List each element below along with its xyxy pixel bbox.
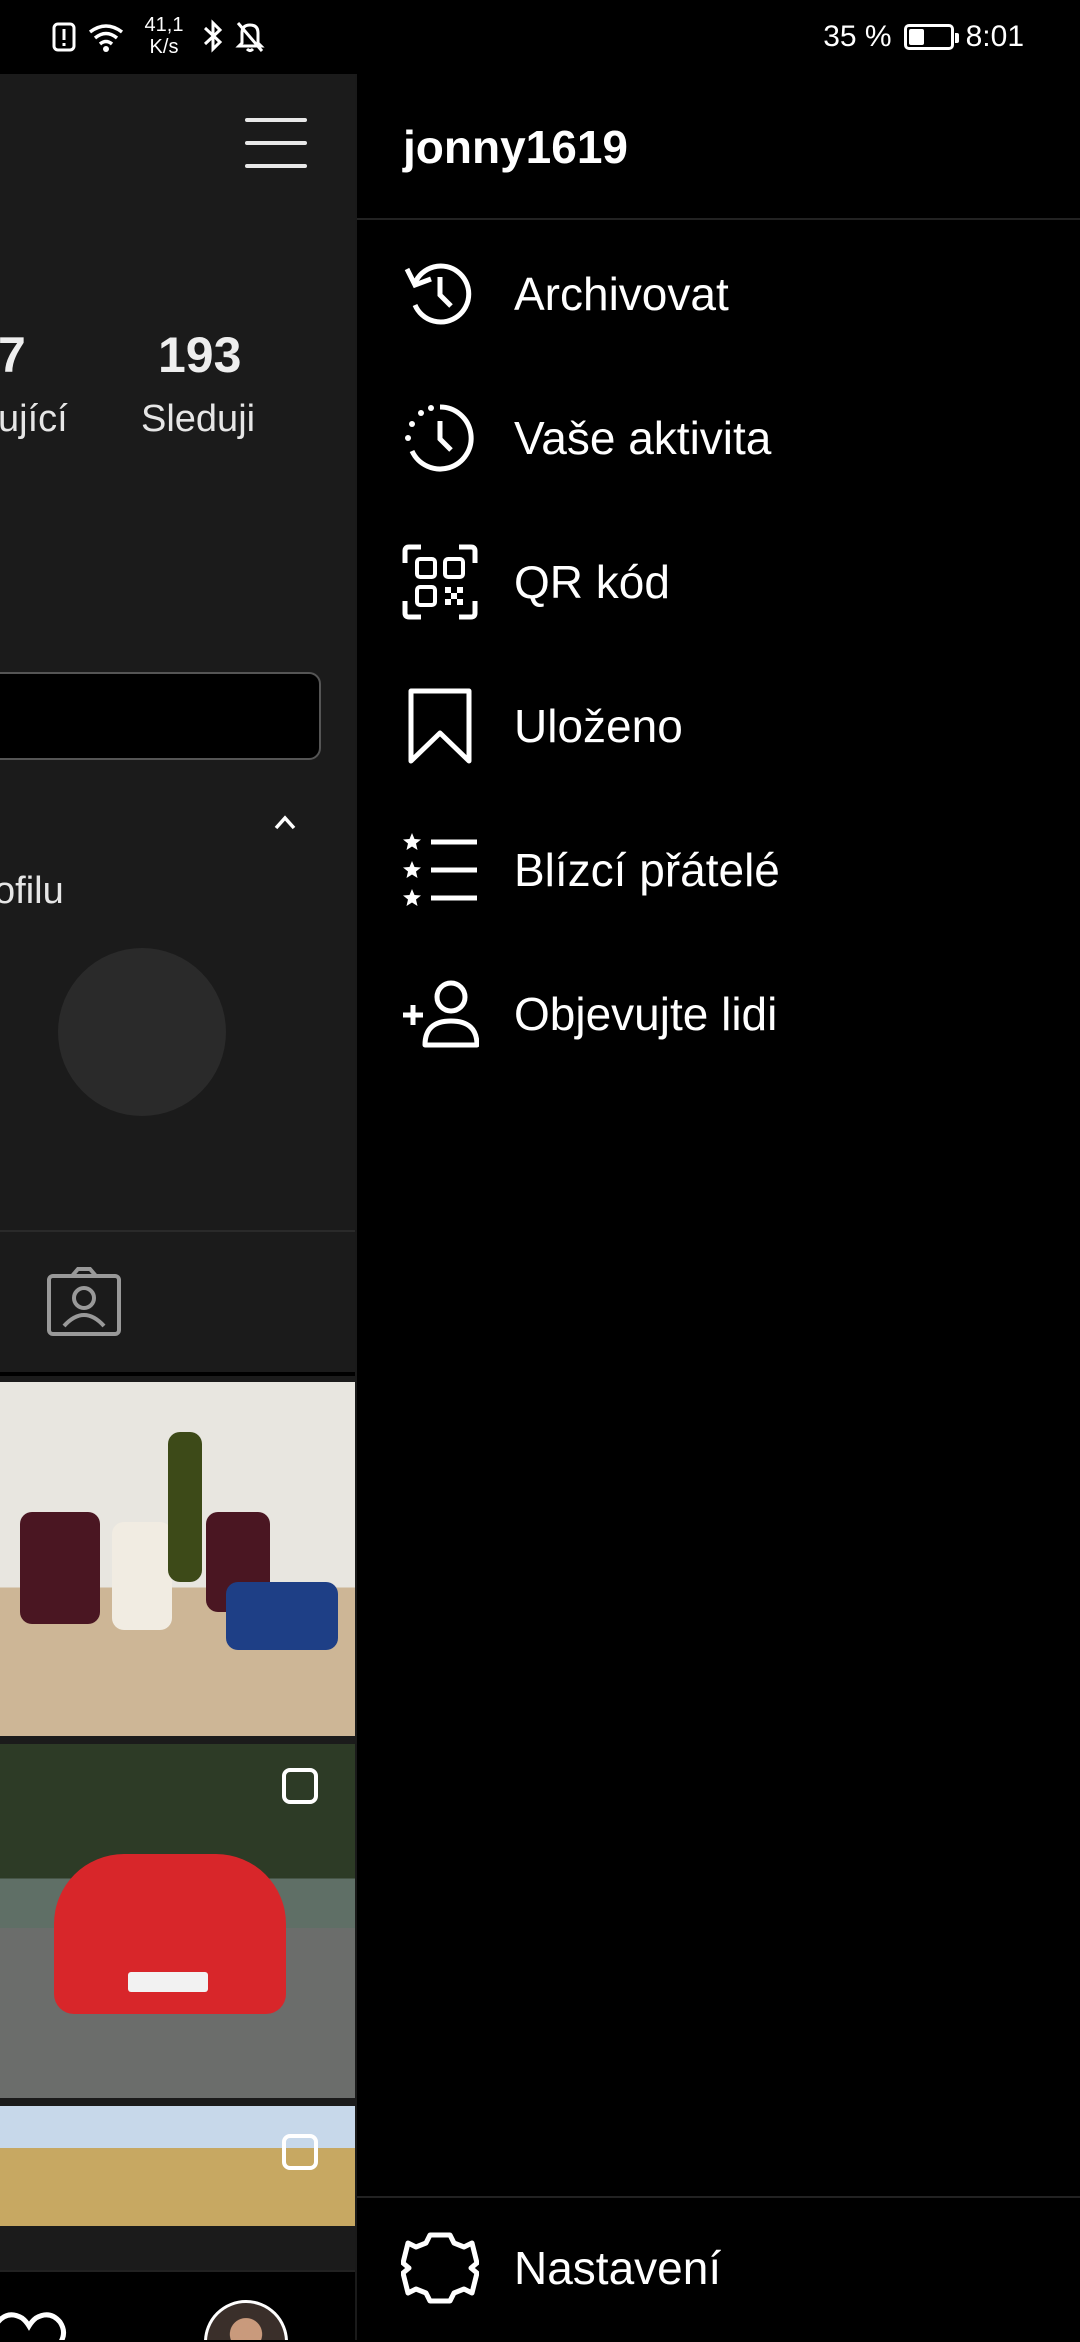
menu-item-discover-people[interactable]: Objevujte lidi [357, 954, 1080, 1074]
menu-item-label: Blízcí přátelé [514, 844, 780, 896]
hamburger-menu-icon[interactable] [245, 118, 307, 168]
post-thumbnail[interactable] [0, 1382, 355, 1736]
clock: 8:01 [965, 20, 1024, 53]
settings-label: Nastavení [514, 2242, 722, 2294]
menu-item-label: QR kód [514, 556, 670, 608]
post-thumbnail[interactable] [0, 2106, 355, 2226]
status-bar: 41,1 K/s 35 % 8:01 [0, 0, 1080, 74]
menu-item-label: Vaše aktivita [514, 412, 772, 464]
wifi-icon [88, 24, 124, 52]
license-plate-shape [128, 1972, 208, 1992]
heart-icon[interactable] [0, 2310, 68, 2340]
bookmark-icon [408, 688, 472, 764]
menu-item-label: Archivovat [514, 268, 729, 320]
jar-shape [20, 1512, 100, 1624]
multiple-photos-icon [282, 1768, 318, 1804]
drawer-username: jonny1619 [403, 121, 628, 173]
bluetooth-icon [203, 19, 223, 53]
profile-panel[interactable]: 7 ující 193 Sleduji ofilu [0, 74, 355, 2340]
divider [357, 218, 1080, 220]
edit-profile-button[interactable] [0, 672, 321, 760]
bottom-navigation [0, 2270, 355, 2340]
bottle-shape [168, 1432, 202, 1582]
grid-separator [0, 1372, 355, 1376]
menu-item-settings[interactable]: Nastavení [357, 2208, 1080, 2328]
menu-item-saved[interactable]: Uloženo [357, 666, 1080, 786]
menu-item-close-friends[interactable]: Blízcí přátelé [357, 810, 1080, 930]
status-left: 41,1 K/s [52, 14, 266, 58]
following-label[interactable]: Sleduji [141, 398, 255, 441]
menu-item-qr-code[interactable]: QR kód [357, 522, 1080, 642]
tagged-photos-icon[interactable] [46, 1266, 122, 1338]
multiple-photos-icon [282, 2134, 318, 2170]
following-count[interactable]: 193 [158, 326, 241, 384]
qr-code-icon [402, 544, 478, 620]
tub-shape [226, 1582, 338, 1650]
menu-item-label: Uloženo [514, 700, 683, 752]
menu-drawer: jonny1619 Archivovat Vaše aktivita QR kó… [355, 74, 1080, 2340]
followers-count: 7 [0, 327, 26, 383]
archive-history-icon [404, 263, 472, 325]
menu-item-your-activity[interactable]: Vaše aktivita [357, 378, 1080, 498]
divider [0, 1230, 355, 1232]
add-person-icon [403, 980, 479, 1048]
network-speed: 41,1 K/s [136, 14, 192, 58]
profile-avatar[interactable] [204, 2300, 288, 2340]
network-speed-value: 41,1 [144, 14, 184, 36]
alert-sim-icon [52, 22, 76, 52]
box-shape [112, 1522, 172, 1630]
battery-fill [908, 29, 924, 45]
post-thumbnail[interactable] [0, 1744, 355, 2098]
battery-percent: 35 % [823, 20, 892, 53]
discover-profile-text: ofilu [0, 870, 64, 912]
status-right: 35 % 8:01 [823, 20, 1024, 54]
gear-icon [401, 2232, 479, 2304]
menu-item-label: Objevujte lidi [514, 988, 778, 1040]
battery-icon [903, 24, 959, 50]
network-speed-unit: K/s [149, 36, 179, 58]
menu-item-archive[interactable]: Archivovat [357, 234, 1080, 354]
close-friends-list-icon [403, 833, 477, 906]
settings-bar: Nastavení [357, 2196, 1080, 2342]
suggestion-avatar-placeholder [58, 948, 226, 1116]
bell-off-icon [235, 22, 265, 52]
chevron-up-icon[interactable] [274, 812, 296, 834]
activity-clock-icon [405, 404, 474, 472]
followers-label: ující [0, 398, 68, 440]
